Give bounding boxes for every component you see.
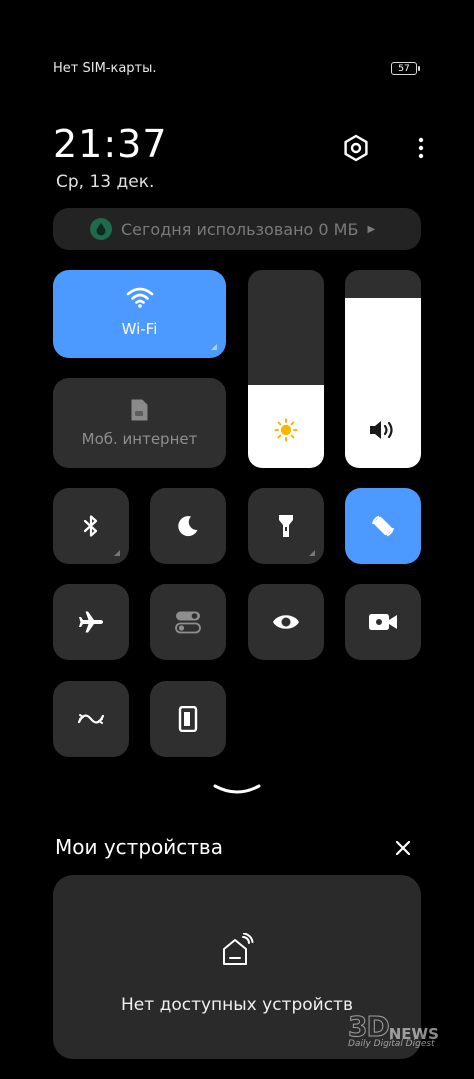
dark-mode-toggle[interactable] (150, 488, 226, 564)
smart-home-icon (219, 932, 255, 973)
wifi-label: Wi-Fi (121, 320, 158, 338)
data-usage-pill[interactable]: Сегодня использовано 0 МБ ▶ (53, 208, 421, 250)
brightness-slider[interactable] (248, 270, 324, 468)
wifi-icon (125, 285, 155, 313)
volume-level-fill (345, 297, 421, 468)
sim-card-icon (130, 399, 148, 425)
auto-rotate-toggle[interactable] (345, 488, 421, 564)
flashlight-toggle[interactable] (248, 488, 324, 564)
carrier-status: Нет SIM-карты. (53, 61, 157, 76)
close-icon[interactable] (392, 837, 414, 859)
wifi-tile[interactable]: Wi-Fi (53, 270, 226, 358)
toggle-icon (175, 611, 201, 634)
wifi-expand-icon (211, 344, 217, 350)
clock-date: Ср, 13 дек. (56, 172, 155, 192)
clock-time: 21:37 (53, 122, 168, 166)
airplane-mode-toggle[interactable] (53, 584, 129, 660)
bluetooth-expand-icon (114, 550, 120, 556)
chevron-down-icon[interactable] (212, 780, 262, 800)
eye-comfort-toggle[interactable] (248, 584, 324, 660)
one-hand-mode-toggle[interactable] (150, 681, 226, 757)
rotate-icon (372, 515, 394, 537)
data-drop-icon (90, 218, 112, 240)
more-options-icon[interactable] (408, 130, 434, 166)
volume-slider[interactable] (345, 270, 421, 468)
moon-icon (178, 516, 198, 537)
nfc-toggle[interactable] (53, 681, 129, 757)
toggle-switch-toggle[interactable] (150, 584, 226, 660)
video-camera-icon (369, 614, 397, 630)
one-hand-icon (178, 706, 198, 732)
flashlight-expand-icon (309, 550, 315, 556)
battery-level: 57 (398, 63, 410, 74)
airplane-icon (79, 611, 103, 633)
flashlight-icon (279, 515, 293, 537)
bluetooth-toggle[interactable] (53, 488, 129, 564)
screen-record-toggle[interactable] (345, 584, 421, 660)
data-usage-label: Сегодня использовано 0 МБ (121, 219, 359, 239)
chevron-right-icon: ▶ (367, 223, 376, 235)
watermark-logo: 3D NEWS Daily Digital Digest (348, 1010, 460, 1054)
eye-icon (273, 615, 299, 629)
battery-indicator: 57 (391, 62, 420, 75)
mobile-data-label: Моб. интернет (81, 430, 198, 448)
watermark-tagline: Daily Digital Digest (348, 1039, 435, 1049)
nfc-icon (77, 714, 105, 724)
mobile-data-tile[interactable]: Моб. интернет (53, 378, 226, 468)
bluetooth-icon (83, 515, 98, 537)
speaker-icon (345, 418, 421, 442)
sun-icon (248, 418, 324, 442)
devices-title: Мои устройства (55, 835, 223, 859)
settings-icon[interactable] (338, 130, 374, 166)
